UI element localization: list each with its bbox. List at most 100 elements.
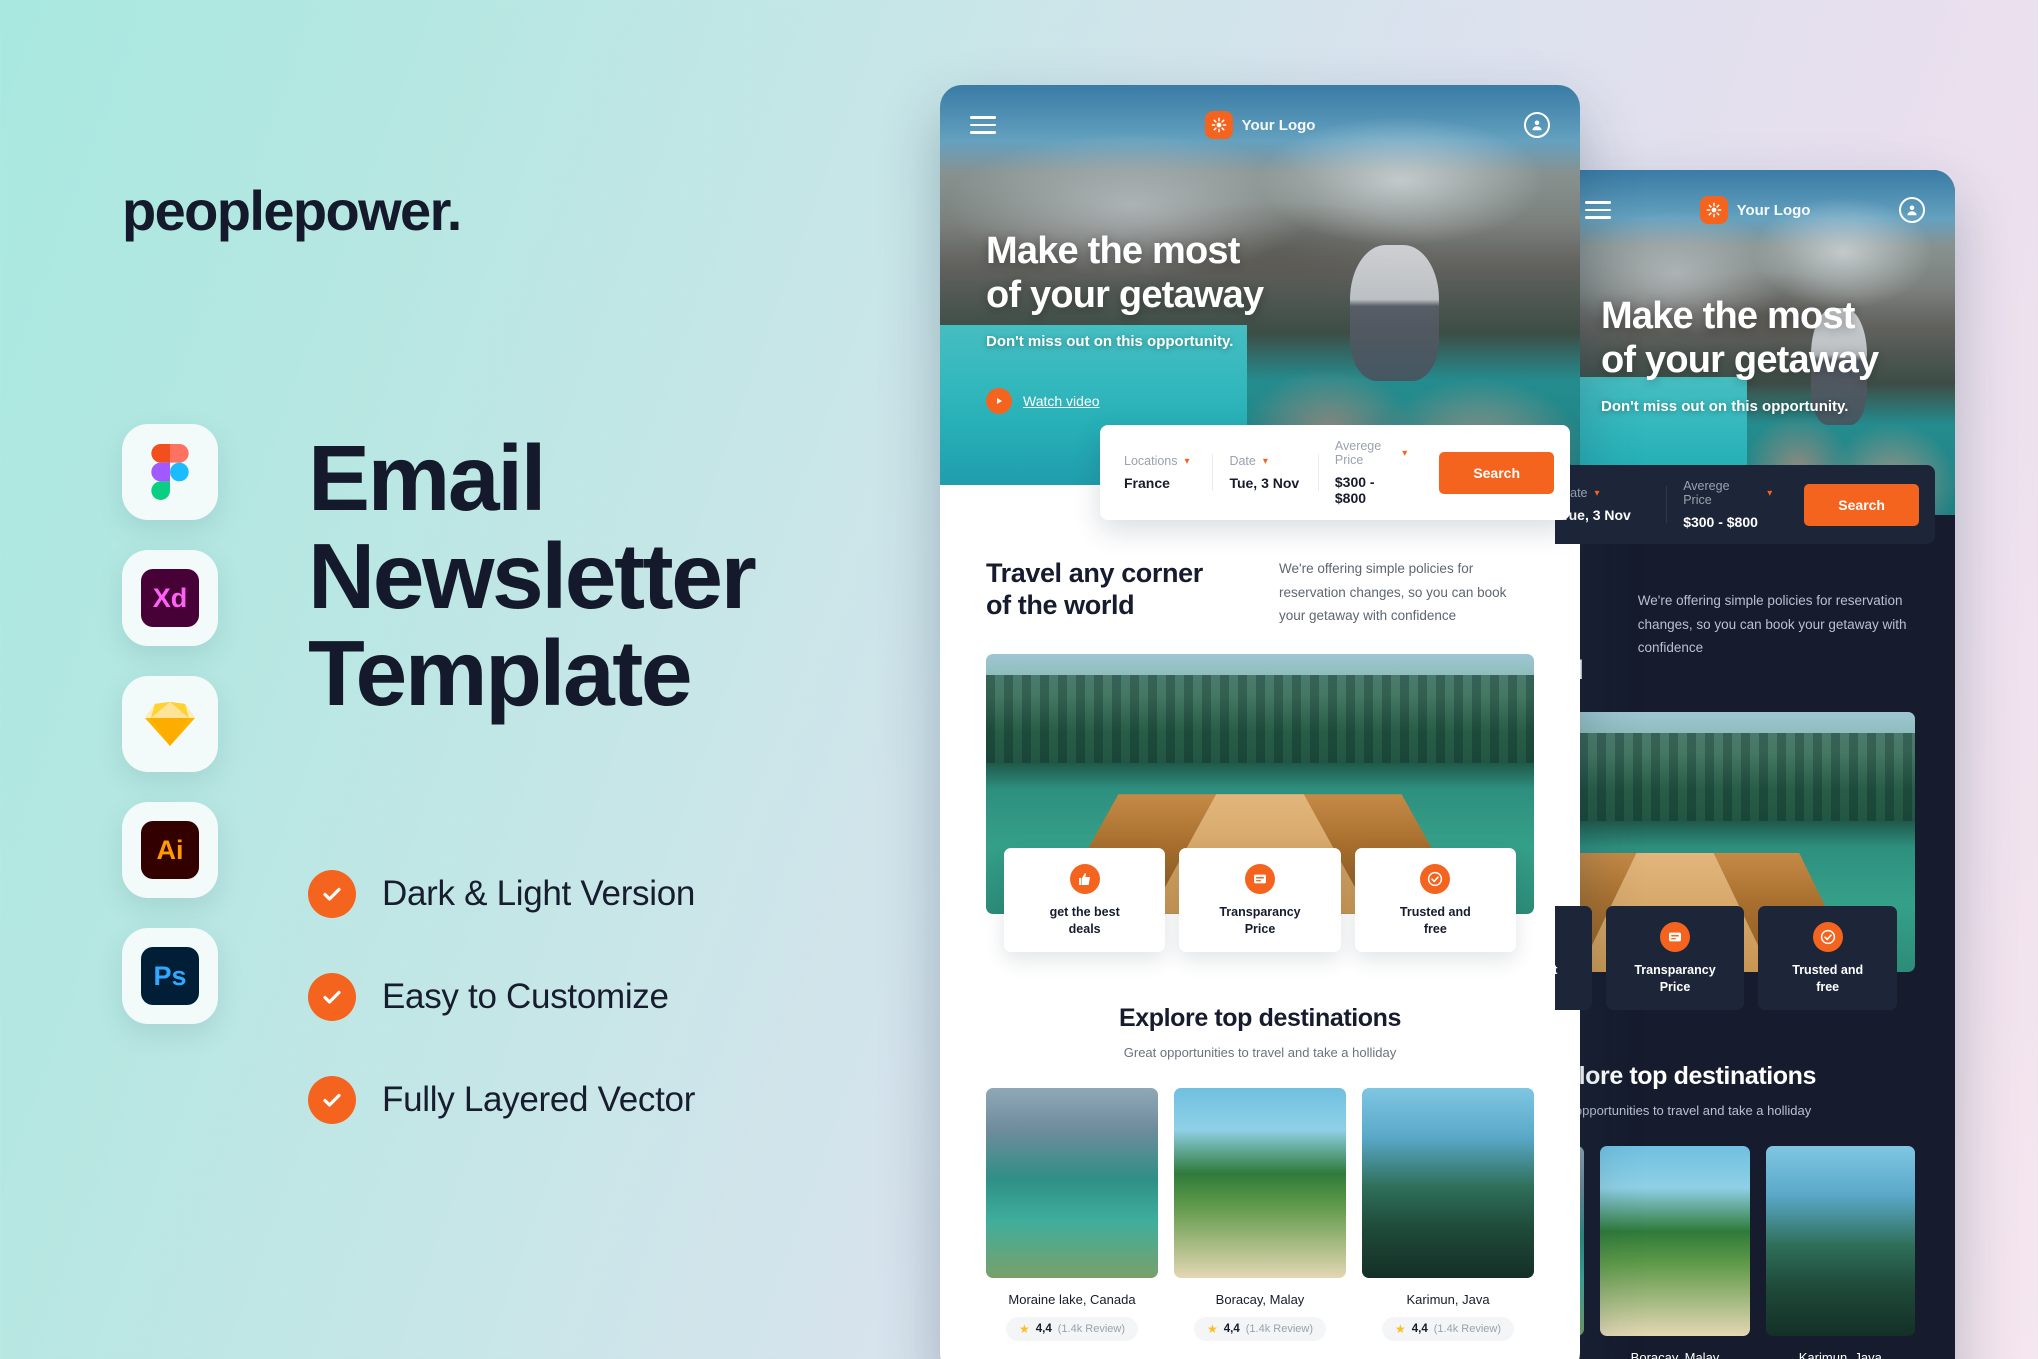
hamburger-icon[interactable] [970, 116, 996, 134]
benefit-badge-row-light: get the best deals Transparancy Price Trus… [986, 847, 1534, 952]
benefit-label-line-1: Trusted and [1792, 963, 1864, 978]
hero-title-line-2: of your getaway [986, 274, 1264, 317]
hero-title-line-1: Make the most [986, 230, 1240, 272]
destination-photo [1765, 1145, 1915, 1336]
field-value: Tue, 3 Nov [1561, 507, 1631, 523]
benefit-label-line-1: get the best [1049, 904, 1120, 919]
destination-photo [986, 1087, 1158, 1278]
chevron-down-icon: ▾ [1402, 447, 1408, 459]
hero-title-line-2: of your getaway [1601, 339, 1879, 382]
navbar-dark: Your Logo [1555, 170, 1955, 250]
hero-subtitle: Don't miss out on this opportunity. [986, 333, 1234, 351]
hero-copy-dark: Make the most of your getaway Don't miss… [1555, 294, 1955, 415]
explore-subtitle: Great opportunities to travel and take a… [1123, 1044, 1397, 1060]
list-item[interactable]: Karimun, Java ★ 4,4 (1.4k Review) [1362, 1087, 1534, 1341]
page-title: Email Newsletter Template [308, 426, 928, 726]
list-item[interactable]: Moraine lake, Canada ★ 4,4 (1.4k Review) [986, 1087, 1158, 1341]
status-badge: ★ 4,4 (1.4k Review) [1381, 1316, 1514, 1341]
search-field-locations[interactable]: Locations ▾ France [1116, 454, 1214, 491]
section-title-light: Travel any corner of the world [986, 557, 1249, 622]
check-icon [308, 973, 356, 1021]
user-icon[interactable] [1899, 197, 1925, 223]
price-tag-icon [1244, 863, 1275, 894]
brand-logo[interactable]: Your Logo [1699, 196, 1811, 224]
headline-line-3: Template [308, 621, 693, 726]
rating-value: 4,4 [1223, 1322, 1240, 1335]
logo-mark-icon [1699, 196, 1728, 224]
destination-row-dark: Moraine lake, Canada Boracay, Malay Kari… [1555, 1145, 1915, 1359]
ps-label: Ps [153, 960, 187, 991]
logo-text: Your Logo [1736, 201, 1811, 219]
benefit-badge-row-dark: get the bestdeals Transparancy Price Trus… [1555, 906, 1915, 1010]
search-bar-light: Locations ▾ France Date ▾ Tue, 3 Nov Avere… [1100, 425, 1570, 520]
rating-value: 4,4 [1035, 1322, 1052, 1335]
left-promo-panel: peoplepower. Xd Ai Ps Email Newsletter T… [0, 0, 950, 1359]
list-item[interactable]: Karimun, Java [1765, 1145, 1915, 1359]
list-item[interactable]: Boracay, Malay ★ 4,4 (1.4k Review) [1174, 1087, 1346, 1341]
review-count: (1.4k Review) [1433, 1322, 1501, 1335]
ai-badge: Ai [141, 821, 199, 879]
headline-line-1: Email [308, 426, 547, 530]
newsletter-preview-dark: Your Logo Make the most of your getaway … [1555, 170, 1955, 1359]
thumbs-up-icon [1069, 863, 1100, 894]
field-label: Averege Price [1334, 439, 1382, 467]
user-icon[interactable] [1524, 112, 1550, 138]
search-button[interactable]: Search [1439, 451, 1555, 494]
check-circle-icon [1812, 922, 1843, 953]
section-title-line-2: of the world [986, 590, 1135, 621]
explore-title: Explore top destinations [1555, 1061, 1817, 1090]
navbar-light: Your Logo [940, 85, 1580, 165]
ai-label: Ai [156, 834, 184, 865]
section-title-line-1: Travel any corner [986, 558, 1203, 588]
destination-photo [1600, 1145, 1750, 1336]
destination-name: Karimun, Java [1406, 1291, 1490, 1307]
headline-line-2: Newsletter [308, 523, 757, 628]
forest-layer [986, 674, 1534, 764]
hero-banner-dark: Your Logo Make the most of your getaway … [1555, 170, 1955, 515]
brand-logo[interactable]: Your Logo [1204, 111, 1315, 139]
ps-badge: Ps [141, 947, 199, 1005]
explore-header-dark: Explore top destinations Great opportuni… [1555, 1062, 1915, 1118]
destination-photo [1174, 1087, 1346, 1278]
field-value: France [1124, 475, 1170, 491]
list-item[interactable]: Boracay, Malay [1600, 1145, 1750, 1359]
benefit-label-line-1: Transparancy [1634, 963, 1716, 978]
brand-wordmark: peoplepower. [122, 179, 462, 242]
search-field-price[interactable]: Averege Price ▾ $300 - $800 [1667, 479, 1788, 530]
newsletter-preview-light: Your Logo Make the most of your getaway … [940, 85, 1580, 1359]
benefit-label-line-2: Price [1659, 980, 1691, 995]
review-count: (1.4k Review) [1057, 1322, 1125, 1335]
xd-badge: Xd [141, 569, 199, 627]
list-item: Dark & Light Version [308, 870, 695, 918]
destination-photo [1362, 1087, 1534, 1278]
price-tag-icon [1660, 922, 1690, 953]
benefit-card: Transparancy Price [1605, 906, 1745, 1010]
search-field-date[interactable]: Date ▾ Tue, 3 Nov [1555, 486, 1668, 523]
benefit-card: Trusted and free [1758, 906, 1898, 1010]
list-item: Easy to Customize [308, 973, 695, 1021]
feature-label: Easy to Customize [382, 977, 669, 1016]
travel-section-light: Travel any corner of the world We're off… [940, 557, 1580, 1341]
feature-list: Dark & Light Version Easy to Customize F… [308, 870, 695, 1124]
hero-subtitle: Don't miss out on this opportunity. [1601, 398, 1849, 416]
benefit-card: Trusted and free [1354, 847, 1516, 952]
field-value: Tue, 3 Nov [1229, 475, 1300, 491]
play-icon [986, 388, 1012, 415]
benefit-label-line-2: free [1423, 921, 1447, 936]
watch-video-link[interactable]: Watch video [986, 388, 1534, 415]
search-field-date[interactable]: Date ▾ Tue, 3 Nov [1213, 454, 1319, 491]
adobe-photoshop-icon: Ps [122, 928, 218, 1024]
search-button[interactable]: Search [1804, 483, 1919, 526]
app-format-icon-list: Xd Ai Ps [122, 424, 218, 1024]
adobe-illustrator-icon: Ai [122, 802, 218, 898]
hero-copy-light: Make the most of your getaway Don't miss… [940, 229, 1580, 415]
chevron-down-icon: ▾ [1262, 455, 1268, 467]
xd-label: Xd [152, 582, 188, 613]
search-field-price[interactable]: Averege Price ▾ $300 - $800 [1319, 439, 1423, 506]
hamburger-icon[interactable] [1585, 201, 1611, 219]
destination-name: Boracay, Malay [1630, 1349, 1720, 1359]
field-value: $300 - $800 [1334, 474, 1375, 506]
destination-name: Karimun, Java [1798, 1349, 1882, 1359]
figma-glyph [151, 444, 189, 500]
section-paragraph-dark: We're offering simple policies for reser… [1637, 593, 1907, 656]
